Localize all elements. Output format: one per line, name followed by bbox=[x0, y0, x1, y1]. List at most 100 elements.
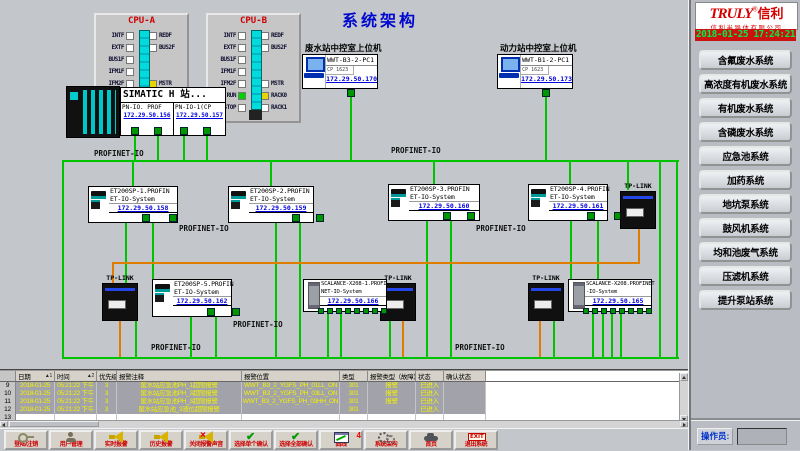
toolbar-button[interactable]: × 关闭报警声音 bbox=[184, 430, 228, 450]
toolbar-button[interactable]: 选择单个确认 bbox=[229, 430, 273, 450]
toolbar-button[interactable]: 首页 bbox=[409, 430, 453, 450]
cpu-led bbox=[149, 32, 157, 40]
scalance-x208-1-station[interactable]: SCALANCE-X208-1.PROFI NET-IO-System 172.… bbox=[303, 279, 387, 312]
cpu-name: CPU-B bbox=[208, 16, 299, 26]
station-name: ET200SP-5.PROFIN bbox=[173, 280, 231, 288]
cpu-led bbox=[126, 32, 134, 40]
toolbar-button-icon bbox=[107, 432, 125, 442]
operator-row: 操作员: bbox=[697, 428, 797, 445]
alarm-type-num: 301 bbox=[340, 390, 368, 398]
sidebar-system-button[interactable]: 提升泵站系统 bbox=[699, 290, 792, 310]
header-label: 报警类型（故障） bbox=[370, 371, 416, 381]
sidebar-system-button[interactable]: 有机废水系统 bbox=[699, 98, 792, 118]
toolbar-button-icon bbox=[287, 432, 305, 442]
header-label: 类型 bbox=[342, 371, 354, 381]
toolbar-button[interactable]: 4 曲线 bbox=[319, 430, 363, 450]
alarm-ack-status bbox=[444, 406, 486, 414]
toolbar-button[interactable]: 用户管理 bbox=[49, 430, 93, 450]
column-header-alarmtype[interactable]: 报警类型（故障） bbox=[368, 371, 416, 382]
cpu-led-label: BUS1F bbox=[99, 56, 124, 63]
column-header-date[interactable]: 日期▲1 bbox=[16, 371, 55, 382]
network-port bbox=[354, 308, 360, 314]
scroll-left-arrow-icon[interactable] bbox=[0, 421, 8, 427]
alarm-row[interactable]: 11 2018-01-25 05:21:22 下午 3 废水站应急池PH_3超限… bbox=[0, 398, 688, 406]
cpu-led-label: EXTF bbox=[211, 44, 236, 51]
toolbar-button-icon bbox=[422, 432, 440, 442]
cpu-led bbox=[238, 68, 246, 76]
sidebar-system-button[interactable]: 高浓度有机废水系统 bbox=[699, 74, 792, 94]
column-header-comment[interactable]: 报警注释 bbox=[117, 371, 242, 382]
sidebar-system-button[interactable]: 压滤机系统 bbox=[699, 266, 792, 286]
sidebar-system-button[interactable]: 鼓风机系统 bbox=[699, 218, 792, 238]
net-line bbox=[569, 160, 571, 186]
net-line-orange bbox=[638, 226, 640, 262]
network-port bbox=[467, 212, 475, 220]
column-header-location[interactable]: 报警位置 bbox=[242, 371, 340, 382]
toolbar-button[interactable]: 实时报警 bbox=[94, 430, 138, 450]
cpu-led bbox=[238, 92, 246, 100]
cpu-led-row: BUS1F bbox=[99, 55, 134, 64]
alarm-ack-status bbox=[444, 398, 486, 406]
sidebar-system-button[interactable]: 均和池废气系统 bbox=[699, 242, 792, 262]
pc-name: WWT-B3-2-PC1 bbox=[326, 55, 377, 66]
et200sp-5-station[interactable]: ET200SP-5.PROFIN ET-IO-System 172.29.50.… bbox=[152, 279, 232, 317]
toolbar-button[interactable]: 历史报警 bbox=[139, 430, 183, 450]
pc1-station[interactable]: WWT-B3-2-PC1 CP 1623 172.29.50.170 bbox=[302, 54, 378, 89]
column-header-priority[interactable]: 优先级 bbox=[97, 371, 117, 382]
tplink-device[interactable]: TP-LINK bbox=[528, 274, 564, 321]
alarm-row[interactable]: 10 2018-01-25 05:21:22 下午 3 废水站应急池PH_3超限… bbox=[0, 390, 688, 398]
station-ip: 172.29.50.161 bbox=[549, 201, 607, 210]
toolbar-button[interactable]: 系统架构 bbox=[364, 430, 408, 450]
horizontal-scrollbar[interactable] bbox=[0, 420, 688, 428]
alarm-row[interactable]: 12 2018-01-25 05:21:22 下午 3 废水站应急池_3液位超限… bbox=[0, 406, 688, 414]
alarm-date: 2018-01-25 bbox=[16, 382, 55, 390]
alarm-type-num: 301 bbox=[340, 382, 368, 390]
toolbar-button-top bbox=[411, 432, 451, 442]
cpu-led-label: INTF bbox=[211, 32, 236, 39]
row-number: 12 bbox=[0, 406, 16, 414]
sidebar-system-button[interactable]: 含磷废水系统 bbox=[699, 122, 792, 142]
toolbar-button[interactable]: 退出系统 bbox=[454, 430, 498, 450]
sidebar: TRULY®信利 信利半导体有限公司 2018-01-25 17:24:21 含… bbox=[691, 0, 800, 450]
et200sp-icon bbox=[389, 185, 409, 220]
net-line bbox=[676, 160, 678, 359]
column-header-time[interactable]: 时间▲2 bbox=[55, 371, 97, 382]
alarm-row[interactable]: 9 2018-01-25 05:21:22 下午 3 废水站应急池PH_1超限报… bbox=[0, 382, 688, 390]
scroll-up-arrow-icon[interactable] bbox=[680, 373, 688, 381]
alarm-status: 已进入 bbox=[416, 406, 444, 414]
sidebar-system-button[interactable]: 含氟废水系统 bbox=[699, 50, 792, 70]
et200sp-4-station[interactable]: ET200SP-4.PROFIN ET-IO-System 172.29.50.… bbox=[528, 184, 608, 221]
scrollbar-thumb[interactable] bbox=[9, 421, 99, 427]
cpu-name: CPU-A bbox=[96, 16, 187, 26]
column-header-status[interactable]: 状态 bbox=[416, 371, 444, 382]
net-line bbox=[602, 311, 604, 357]
cpu-led-label: REDF bbox=[159, 32, 185, 39]
toolbar-button[interactable]: 登陆/注销 bbox=[4, 430, 48, 450]
net-line bbox=[157, 134, 159, 160]
scalance-x208-station[interactable]: SCALANCE-X208.PROFINET -IO-System 172.29… bbox=[568, 279, 652, 312]
net-line bbox=[132, 160, 134, 188]
sidebar-system-button[interactable]: 地坑泵系统 bbox=[699, 194, 792, 214]
toolbar-button[interactable]: 选择全部确认 bbox=[274, 430, 318, 450]
pc2-station[interactable]: WWT-B1-2-PC1 CP 1623 172.29.50.173 bbox=[497, 54, 573, 89]
station-name2: ET-IO-System bbox=[173, 288, 231, 296]
tplink-device[interactable]: TP-LINK bbox=[102, 274, 138, 321]
cpu-led-label: MSTR bbox=[271, 80, 297, 87]
net-line bbox=[62, 160, 679, 162]
net-line-orange bbox=[539, 317, 541, 357]
sidebar-system-button[interactable]: 加药系统 bbox=[699, 170, 792, 190]
simatic-h-station[interactable]: SIMATIC H 站... PN-IO. PROF 172.29.50.156… bbox=[120, 87, 226, 136]
scroll-right-arrow-icon[interactable] bbox=[680, 421, 688, 427]
et200sp-3-station[interactable]: ET200SP-3.PROFIN ET-IO-System 172.29.50.… bbox=[388, 184, 480, 221]
cpu-led-label: RACK0 bbox=[271, 92, 297, 99]
vertical-scrollbar[interactable] bbox=[679, 373, 688, 423]
et200sp-2-station[interactable]: ET200SP-2.PROFIN ET-IO-System 172.29.50.… bbox=[228, 186, 314, 223]
toolbar-button-label: 历史报警 bbox=[150, 442, 172, 449]
et200sp-1-station[interactable]: ET200SP-1.PROFIN ET-IO-System 172.29.50.… bbox=[88, 186, 178, 223]
tplink-device[interactable]: TP-LINK bbox=[620, 182, 656, 229]
column-header-type[interactable]: 类型 bbox=[340, 371, 368, 382]
operator-input[interactable] bbox=[737, 428, 787, 445]
station-name2: NET-IO-System bbox=[320, 288, 386, 296]
sidebar-system-button[interactable]: 应急池系统 bbox=[699, 146, 792, 166]
column-header-ack[interactable]: 确认状态 bbox=[444, 371, 486, 382]
